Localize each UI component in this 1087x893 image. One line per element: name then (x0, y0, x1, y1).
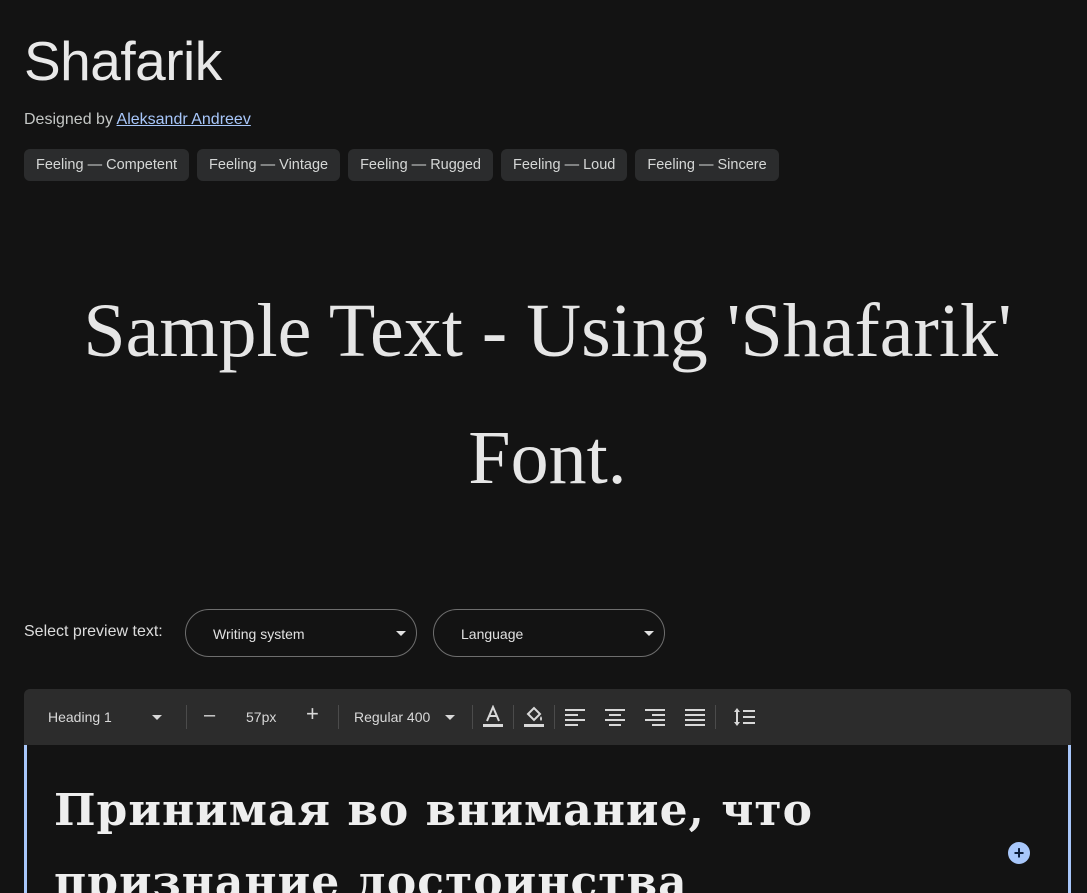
divider (186, 705, 187, 729)
preview-editor[interactable]: Принимая во внимание, что признание дост… (24, 745, 1071, 893)
editor-text[interactable]: Принимая во внимание, что признание дост… (54, 775, 1014, 893)
divider (554, 705, 555, 729)
tag-chip[interactable]: Feeling — Competent (24, 149, 190, 181)
designed-by-label: Designed by (24, 111, 113, 128)
editor-toolbar: Heading 1 – 57px + Regular 400 (24, 689, 1071, 745)
add-icon[interactable]: + (1008, 842, 1030, 864)
tag-chip[interactable]: Feeling — Rugged (348, 149, 493, 181)
sample-text: Sample Text - Using 'Shafarik' Font. (83, 289, 1012, 500)
writing-system-value: Writing system (213, 626, 305, 642)
chevron-down-icon (644, 631, 654, 636)
chevron-down-icon[interactable] (152, 715, 162, 720)
tag-list: Feeling — Competent Feeling — Vintage Fe… (24, 149, 779, 181)
line-height-icon[interactable] (733, 707, 755, 727)
align-left-icon[interactable] (565, 708, 585, 726)
align-center-icon[interactable] (605, 708, 625, 726)
tag-chip[interactable]: Feeling — Loud (501, 149, 628, 181)
size-value[interactable]: 57px (246, 707, 276, 727)
text-color-icon[interactable] (482, 705, 504, 729)
style-value: Heading 1 (48, 709, 112, 725)
writing-system-select[interactable]: Writing system (185, 609, 417, 657)
language-select[interactable]: Language (433, 609, 665, 657)
tag-chip[interactable]: Feeling — Sincere (635, 149, 779, 181)
divider (338, 705, 339, 729)
chevron-down-icon (396, 631, 406, 636)
align-justify-icon[interactable] (685, 708, 705, 726)
style-select[interactable]: Heading 1 (48, 707, 112, 727)
preview-label: Select preview text: (24, 623, 163, 640)
weight-select[interactable]: Regular 400 (354, 707, 430, 727)
highlight-color-icon[interactable] (523, 705, 545, 729)
designer-link[interactable]: Aleksandr Andreev (117, 111, 251, 128)
decrease-size-button[interactable]: – (204, 705, 215, 725)
weight-value: Regular 400 (354, 709, 431, 725)
chevron-down-icon[interactable] (445, 715, 455, 720)
align-right-icon[interactable] (645, 708, 665, 726)
font-title: Shafarik (24, 30, 222, 92)
increase-size-button[interactable]: + (306, 703, 319, 725)
designer-line: Designed by Aleksandr Andreev (24, 110, 251, 130)
language-value: Language (461, 626, 524, 642)
divider (513, 705, 514, 729)
divider (715, 705, 716, 729)
tag-chip[interactable]: Feeling — Vintage (197, 149, 341, 181)
divider (472, 705, 473, 729)
